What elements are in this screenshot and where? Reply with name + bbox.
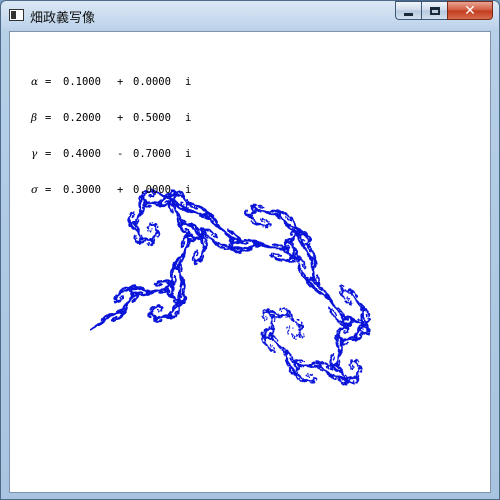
param-imag-unit: i bbox=[185, 76, 191, 88]
param-row-alpha: α = 0.1000 + 0.0000 i bbox=[31, 76, 191, 88]
parameter-list: α = 0.1000 + 0.0000 i β = 0.2000 + 0.500… bbox=[31, 52, 191, 220]
close-icon: ✕ bbox=[464, 3, 476, 19]
param-sign: + bbox=[117, 112, 133, 124]
param-equals: = bbox=[45, 112, 63, 124]
param-imag: 0.5000 bbox=[133, 112, 185, 124]
maximize-icon bbox=[430, 7, 440, 15]
param-symbol: α bbox=[31, 76, 45, 88]
param-symbol: σ bbox=[31, 184, 45, 196]
param-symbol: β bbox=[31, 112, 45, 124]
param-imag: 0.0000 bbox=[133, 184, 185, 196]
param-sign: + bbox=[117, 184, 133, 196]
window-title: 畑政義写像 bbox=[30, 7, 95, 26]
param-real: 0.4000 bbox=[63, 148, 117, 160]
param-sign: - bbox=[117, 148, 133, 160]
minimize-icon bbox=[404, 13, 413, 16]
title-bar[interactable]: 畑政義写像 ✕ bbox=[1, 1, 499, 30]
minimize-button[interactable] bbox=[395, 1, 421, 20]
param-real: 0.2000 bbox=[63, 112, 117, 124]
param-real: 0.1000 bbox=[63, 76, 117, 88]
param-row-beta: β = 0.2000 + 0.5000 i bbox=[31, 112, 191, 124]
param-imag: 0.0000 bbox=[133, 76, 185, 88]
param-sign: + bbox=[117, 76, 133, 88]
param-row-sigma: σ = 0.3000 + 0.0000 i bbox=[31, 184, 191, 196]
app-window: 畑政義写像 ✕ α = 0.1000 + 0.0000 i β = 0.2000… bbox=[0, 0, 500, 500]
drawing-canvas: α = 0.1000 + 0.0000 i β = 0.2000 + 0.500… bbox=[9, 31, 491, 493]
maximize-button[interactable] bbox=[421, 1, 447, 20]
param-equals: = bbox=[45, 76, 63, 88]
param-real: 0.3000 bbox=[63, 184, 117, 196]
param-equals: = bbox=[45, 184, 63, 196]
param-equals: = bbox=[45, 148, 63, 160]
window-controls: ✕ bbox=[395, 1, 493, 21]
param-row-gamma: γ = 0.4000 - 0.7000 i bbox=[31, 148, 191, 160]
close-button[interactable]: ✕ bbox=[447, 1, 493, 20]
param-imag-unit: i bbox=[185, 112, 191, 124]
param-imag-unit: i bbox=[185, 184, 191, 196]
param-imag: 0.7000 bbox=[133, 148, 185, 160]
param-imag-unit: i bbox=[185, 148, 191, 160]
param-symbol: γ bbox=[31, 148, 45, 160]
app-icon[interactable] bbox=[9, 9, 24, 21]
